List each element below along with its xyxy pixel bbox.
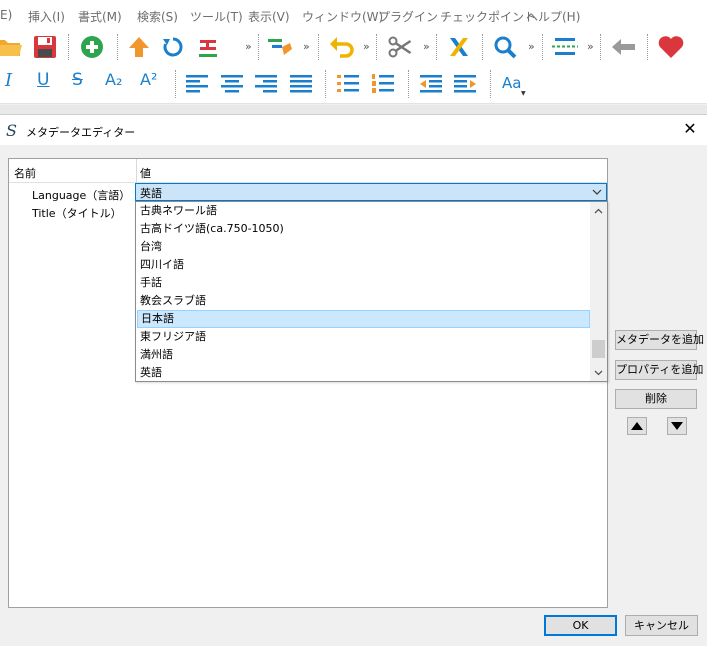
menu-bar: E) 挿入(I) 書式(M) 検索(S) ツール(T) 表示(V) ウィンドウ(… <box>0 0 707 30</box>
list-item[interactable]: 四川イ語 <box>137 256 590 274</box>
menu-checkpoints[interactable]: チェックポイント <box>440 8 536 25</box>
toolbar-more-3[interactable]: » <box>363 40 370 53</box>
language-dropdown-list[interactable]: 古典ネワール語 古高ドイツ語(ca.750-1050) 台湾 四川イ語 手話 教… <box>135 201 608 382</box>
save-icon[interactable] <box>30 32 60 62</box>
align-justify-icon[interactable] <box>286 69 316 99</box>
menu-window[interactable]: ウィンドウ(W) <box>302 8 383 25</box>
menu-plugins[interactable]: プラグイン <box>378 8 438 25</box>
dialog-titlebar: S メタデータエディター ✕ <box>0 115 707 145</box>
add-metadata-button[interactable]: メタデータを追加 <box>615 330 704 350</box>
pen-markup-icon[interactable] <box>444 32 474 62</box>
underline-icon[interactable]: U <box>37 70 49 90</box>
list-item[interactable]: 教会スラブ語 <box>137 292 590 310</box>
list-item[interactable]: 満州語 <box>137 346 590 364</box>
undo-icon[interactable] <box>327 32 357 62</box>
back-arrow-icon[interactable] <box>609 32 639 62</box>
metadata-editor-dialog: S メタデータエディター ✕ 名前 値 Language（言語） Title（タ… <box>0 115 707 646</box>
grid-header: 名前 値 <box>9 159 607 183</box>
format-toolbar: I U S A₂ A² Aa ▼ <box>0 64 707 104</box>
list-item-selected[interactable]: 日本語 <box>137 310 590 328</box>
open-folder-icon[interactable] <box>0 32 24 62</box>
table-of-contents-icon[interactable] <box>266 32 296 62</box>
superscript-icon[interactable]: A² <box>140 70 157 89</box>
close-icon[interactable]: ✕ <box>681 120 699 138</box>
language-combo[interactable]: 英語 <box>135 183 607 201</box>
scroll-down-icon[interactable] <box>590 364 607 381</box>
menu-help[interactable]: ヘルプ(H) <box>526 8 580 25</box>
toolbar-more-5[interactable]: » <box>528 40 535 53</box>
dialog-backdrop-strip <box>0 105 707 115</box>
strikethrough-icon[interactable]: S <box>72 70 83 90</box>
move-down-button[interactable] <box>667 417 687 435</box>
menu-search[interactable]: 検索(S) <box>137 8 178 25</box>
list-item[interactable]: 英語 <box>137 364 590 381</box>
outdent-icon[interactable] <box>416 69 446 99</box>
list-item[interactable]: 古高ドイツ語(ca.750-1050) <box>137 220 590 238</box>
toolbar-more-6[interactable]: » <box>587 40 594 53</box>
cut-scissors-icon[interactable] <box>385 32 415 62</box>
menu-tools[interactable]: ツール(T) <box>190 8 243 25</box>
column-header-value[interactable]: 値 <box>140 165 151 181</box>
triangle-up-icon <box>631 422 643 430</box>
align-center-icon[interactable] <box>217 69 247 99</box>
move-up-button[interactable] <box>627 417 647 435</box>
dialog-title: メタデータエディター <box>26 126 136 139</box>
menu-edit[interactable]: E) <box>0 8 12 22</box>
bullet-list-icon[interactable] <box>333 69 363 99</box>
delete-button[interactable]: 削除 <box>615 389 697 409</box>
sigil-app-icon: S <box>6 121 17 140</box>
metadata-grid: 名前 値 Language（言語） Title（タイトル） 英語 古典ネワール語… <box>8 158 608 608</box>
language-combo-value: 英語 <box>140 187 162 200</box>
add-circle-icon[interactable] <box>77 32 107 62</box>
add-property-button[interactable]: プロパティを追加 <box>615 360 703 380</box>
heart-icon[interactable] <box>656 32 686 62</box>
split-file-icon[interactable] <box>550 32 580 62</box>
cancel-button[interactable]: キャンセル <box>625 615 698 636</box>
list-item[interactable]: 台湾 <box>137 238 590 256</box>
menu-insert[interactable]: 挿入(I) <box>28 8 65 25</box>
font-settings-icon[interactable]: Aa <box>502 74 521 92</box>
dropdown-scrollbar[interactable] <box>590 202 607 381</box>
column-header-name[interactable]: 名前 <box>14 165 36 181</box>
list-item[interactable]: 手話 <box>137 274 590 292</box>
row-label-language[interactable]: Language（言語） <box>32 187 130 203</box>
list-item[interactable]: 古典ネワール語 <box>137 202 590 220</box>
search-magnifier-icon[interactable] <box>490 32 520 62</box>
insert-line-icon[interactable] <box>193 32 223 62</box>
toolbar-more-1[interactable]: » <box>245 40 252 53</box>
italic-icon[interactable]: I <box>5 70 12 91</box>
main-toolbar: » » » » » » <box>0 30 707 64</box>
align-right-icon[interactable] <box>251 69 281 99</box>
align-left-icon[interactable] <box>182 69 212 99</box>
menu-format[interactable]: 書式(M) <box>78 8 122 25</box>
list-item[interactable]: 東フリジア語 <box>137 328 590 346</box>
menu-view[interactable]: 表示(V) <box>248 8 290 25</box>
subscript-icon[interactable]: A₂ <box>105 70 122 89</box>
indent-icon[interactable] <box>450 69 480 99</box>
row-label-title[interactable]: Title（タイトル） <box>32 205 122 221</box>
chevron-down-icon[interactable] <box>590 184 604 200</box>
triangle-down-icon <box>671 422 683 430</box>
font-dropdown-caret-icon[interactable]: ▼ <box>521 90 526 97</box>
numbered-list-icon[interactable] <box>368 69 398 99</box>
move-up-arrow-icon[interactable] <box>124 32 154 62</box>
ok-button[interactable]: OK <box>544 615 617 636</box>
toolbar-more-2[interactable]: » <box>303 40 310 53</box>
scroll-thumb[interactable] <box>592 340 605 358</box>
refresh-icon[interactable] <box>158 32 188 62</box>
toolbar-more-4[interactable]: » <box>423 40 430 53</box>
scroll-up-icon[interactable] <box>590 202 607 219</box>
